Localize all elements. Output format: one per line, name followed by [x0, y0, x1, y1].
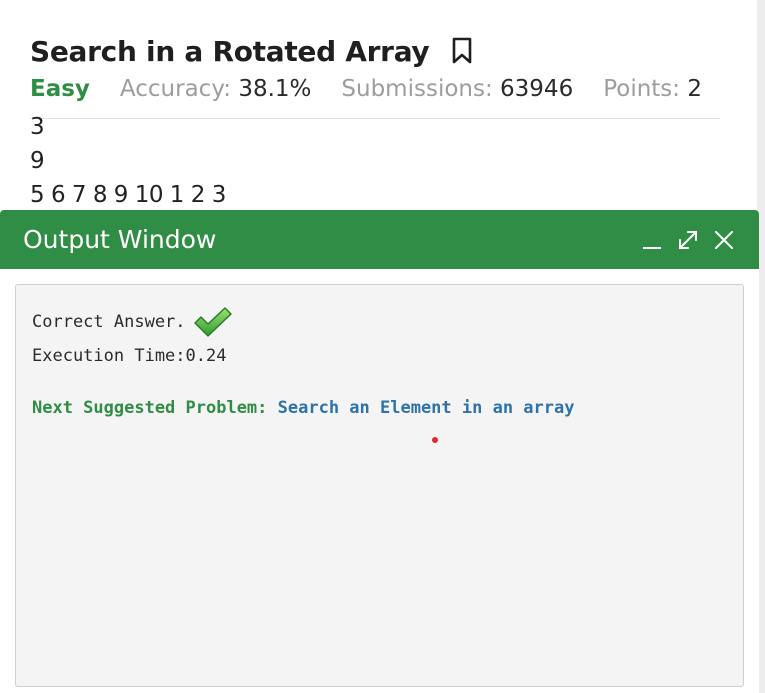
title-row: Search in a Rotated Array [30, 30, 720, 72]
suggested-problem-link[interactable]: Search an Element in an array [278, 398, 575, 418]
output-console: Correct Answer. Execution Time:0.24 Next… [15, 284, 744, 687]
points-label: Points: [603, 76, 681, 102]
cursor-dot [432, 437, 438, 443]
points-stat: Points: 2 [603, 76, 702, 102]
window-controls [641, 229, 735, 251]
input-line: 5 6 7 8 9 10 1 2 3 [30, 182, 226, 208]
bookmark-icon[interactable] [451, 37, 473, 65]
checkmark-icon [192, 305, 234, 339]
accuracy-stat: Accuracy: 38.1% [120, 76, 311, 102]
input-line: 3 [30, 114, 45, 140]
submissions-label: Submissions: [341, 76, 493, 102]
minimize-icon[interactable] [641, 229, 663, 251]
sample-input: 3 9 5 6 7 8 9 10 1 2 3 [30, 110, 226, 212]
accuracy-value: 38.1% [238, 76, 312, 102]
result-row: Correct Answer. [32, 305, 727, 339]
output-window: Output Window Correct Answer. Execution … [0, 210, 759, 693]
accuracy-label: Accuracy: [119, 76, 232, 102]
suggested-problem: Next Suggested Problem: Search an Elemen… [32, 393, 727, 423]
problem-stats: Easy Accuracy: 38.1% Submissions: 63946 … [30, 76, 720, 112]
output-window-title: Output Window [23, 225, 217, 254]
result-text: Correct Answer. [32, 312, 186, 332]
maximize-icon[interactable] [677, 229, 699, 251]
points-value: 2 [687, 76, 702, 102]
output-window-header: Output Window [0, 210, 759, 269]
execution-time: Execution Time:0.24 [32, 346, 227, 366]
problem-header: Search in a Rotated Array Easy Accuracy:… [30, 30, 720, 112]
suggested-problem-label: Next Suggested Problem: [32, 398, 268, 418]
problem-title: Search in a Rotated Array [30, 34, 430, 68]
input-line: 9 [30, 148, 45, 174]
difficulty-badge: Easy [30, 76, 90, 102]
submissions-stat: Submissions: 63946 [341, 76, 573, 102]
submissions-value: 63946 [500, 76, 574, 102]
close-icon[interactable] [713, 229, 735, 251]
